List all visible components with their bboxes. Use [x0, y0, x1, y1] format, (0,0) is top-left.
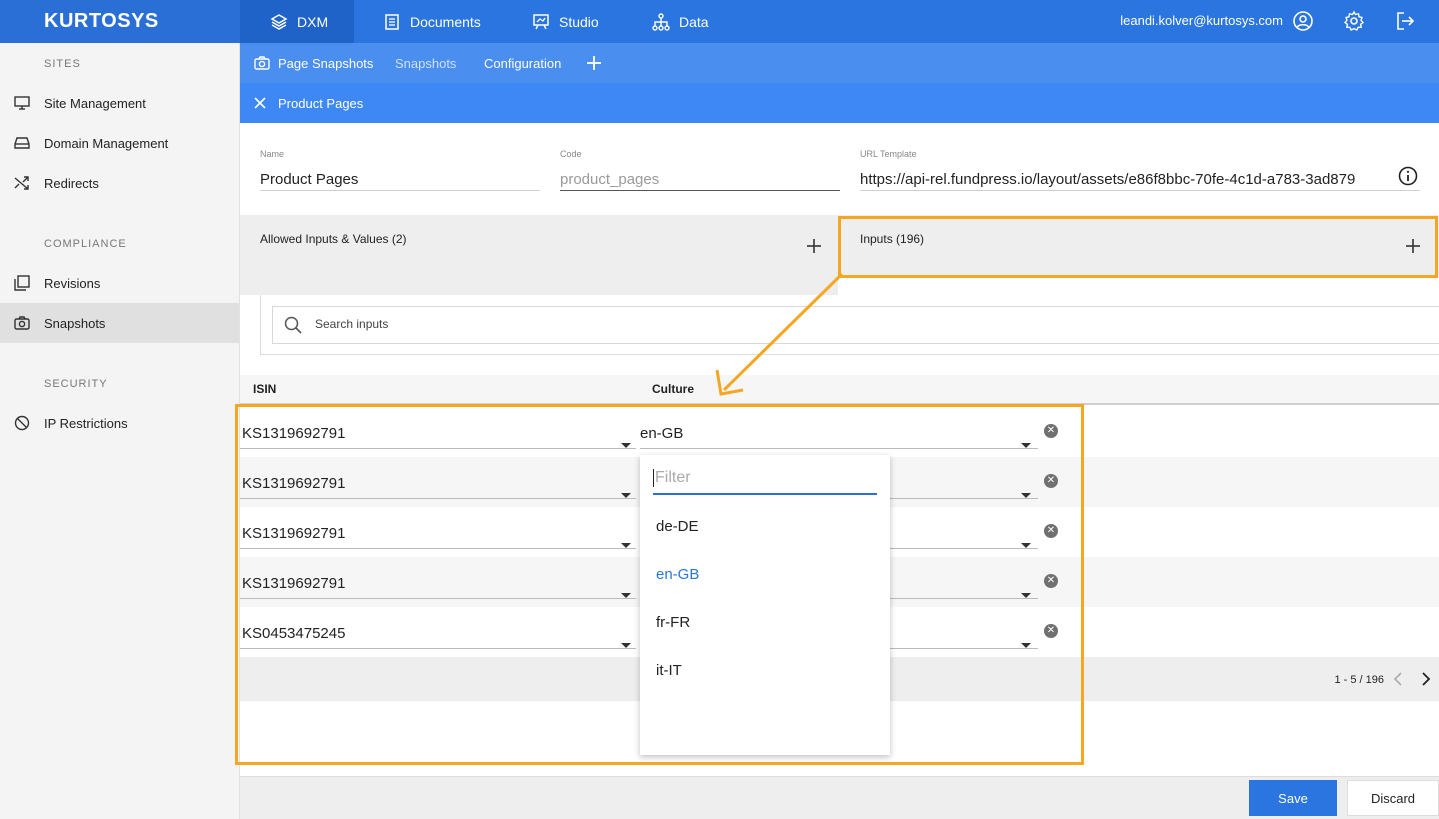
- nav-documents[interactable]: Documents: [383, 0, 481, 43]
- tab-product-pages-label: Product Pages: [278, 95, 364, 111]
- top-bar: KURTOSYS DXM Documents Studio Data leand…: [0, 0, 1439, 43]
- sidebar-item-label: Snapshots: [44, 315, 106, 331]
- plus-icon: [587, 56, 601, 70]
- sidebar-item-label: IP Restrictions: [44, 415, 128, 431]
- layers-icon: [270, 13, 288, 30]
- pagination-range: 1 - 5 / 196: [1334, 674, 1384, 686]
- code-underline: [560, 190, 840, 191]
- brand-logo[interactable]: KURTOSYS: [44, 10, 159, 33]
- url-template-underline: [860, 190, 1420, 191]
- add-allowed-input-button[interactable]: [806, 238, 822, 254]
- camera-icon: [14, 316, 30, 330]
- sidebar-item-snapshots[interactable]: Snapshots: [0, 303, 239, 343]
- allowed-inputs-title: Allowed Inputs & Values (2): [260, 232, 407, 246]
- user-email: leandi.kolver@kurtosys.com: [1120, 13, 1283, 28]
- sidebar-item-label: Revisions: [44, 275, 101, 291]
- url-template-label: URL Template: [860, 149, 917, 159]
- subnav-configuration[interactable]: Configuration: [484, 43, 561, 83]
- search-input[interactable]: [315, 317, 715, 331]
- logo-area: KURTOSYS: [0, 0, 240, 43]
- nav-data-label: Data: [679, 13, 709, 30]
- code-field: product_pages: [560, 171, 660, 188]
- sidebar-section-security: SECURITY: [44, 378, 108, 390]
- subnav-page-snapshots-label: Page Snapshots: [278, 55, 374, 71]
- sidebar-item-redirects[interactable]: Redirects: [0, 163, 239, 203]
- header-isin[interactable]: ISIN: [253, 382, 276, 396]
- url-template-field[interactable]: https://api-rel.fundpress.io/layout/asse…: [860, 171, 1396, 188]
- tab-bar: Product Pages: [240, 83, 1439, 123]
- nav-studio-label: Studio: [559, 13, 599, 30]
- subnav-configuration-label: Configuration: [484, 55, 562, 71]
- search-icon: [284, 316, 302, 334]
- studio-icon: [533, 13, 549, 29]
- block-icon: [14, 415, 30, 431]
- sidebar-item-ip-restrictions[interactable]: IP Restrictions: [0, 403, 239, 443]
- nav-data[interactable]: Data: [652, 0, 709, 43]
- chevron-left-icon[interactable]: [1393, 671, 1403, 687]
- chevron-right-icon[interactable]: [1421, 671, 1431, 687]
- save-button[interactable]: Save: [1249, 780, 1337, 816]
- sub-nav: Page Snapshots Snapshots Configuration: [240, 43, 1439, 83]
- panel-spacer: [838, 275, 1439, 295]
- document-icon: [385, 13, 399, 30]
- hard-drive-icon: [14, 137, 30, 149]
- data-tree-icon: [652, 12, 670, 31]
- subnav-snapshots-label: Snapshots: [395, 55, 457, 71]
- name-label: Name: [260, 149, 285, 159]
- gear-icon[interactable]: [1343, 10, 1365, 32]
- sidebar: SITES Site Management Domain Management …: [0, 43, 240, 819]
- nav-documents-label: Documents: [410, 13, 481, 30]
- shuffle-icon: [14, 176, 29, 190]
- add-tab-button[interactable]: [585, 43, 611, 83]
- close-icon[interactable]: [254, 97, 266, 109]
- nav-studio[interactable]: Studio: [532, 0, 599, 43]
- sidebar-section-compliance: COMPLIANCE: [44, 238, 127, 250]
- annotation-table-highlight: [235, 404, 1084, 765]
- discard-button[interactable]: Discard: [1347, 780, 1439, 816]
- nav-dxm-label: DXM: [297, 13, 329, 30]
- header-culture[interactable]: Culture: [652, 382, 694, 396]
- sidebar-item-domain-management[interactable]: Domain Management: [0, 123, 239, 163]
- copy-icon: [14, 275, 30, 291]
- annotation-inputs-highlight: [838, 216, 1438, 278]
- nav-dxm[interactable]: DXM: [240, 0, 354, 43]
- search-field-wrapper: [272, 306, 1439, 344]
- name-field[interactable]: Product Pages: [260, 171, 358, 188]
- sidebar-item-label: Redirects: [44, 175, 99, 191]
- sidebar-item-revisions[interactable]: Revisions: [0, 263, 239, 303]
- user-account-icon[interactable]: [1292, 10, 1314, 32]
- code-label: Code: [560, 149, 582, 159]
- sidebar-item-label: Domain Management: [44, 135, 169, 151]
- subnav-page-snapshots[interactable]: Page Snapshots: [254, 43, 373, 83]
- name-underline: [260, 190, 540, 191]
- annotation-arrow: [715, 272, 844, 396]
- sidebar-section-sites: SITES: [44, 58, 81, 70]
- camera-icon: [254, 56, 270, 70]
- sidebar-item-label: Site Management: [44, 95, 146, 111]
- info-icon[interactable]: [1398, 166, 1418, 186]
- subnav-snapshots[interactable]: Snapshots: [395, 43, 456, 83]
- tab-product-pages[interactable]: Product Pages: [240, 83, 363, 123]
- logout-icon[interactable]: [1394, 10, 1416, 32]
- sidebar-item-site-management[interactable]: Site Management: [0, 83, 239, 123]
- monitor-icon: [14, 96, 30, 110]
